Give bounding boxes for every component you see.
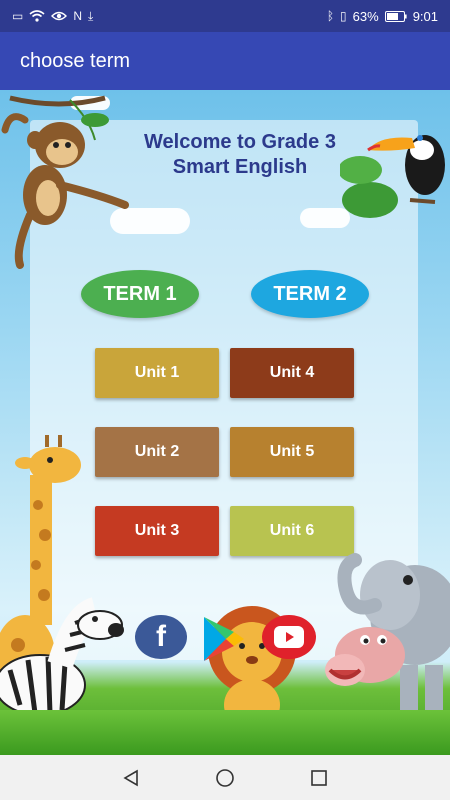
unit-5-button[interactable]: Unit 5 (230, 427, 354, 477)
monkey-illustration (1, 95, 129, 269)
app-bar-title: choose term (20, 49, 131, 72)
clock: 9:01 (412, 8, 438, 24)
term-2-button[interactable]: TERM 2 (251, 270, 369, 318)
unit-2-button[interactable]: Unit 2 (95, 427, 219, 477)
term-1-button[interactable]: TERM 1 (81, 270, 199, 318)
download-icon: ⤓ (88, 8, 94, 23)
unit-3-button[interactable]: Unit 3 (95, 506, 219, 556)
sim-icon: ▭ (12, 9, 24, 23)
bluetooth-icon: ᛒ (326, 9, 335, 23)
facebook-button[interactable]: f (135, 615, 187, 659)
youtube-button[interactable] (262, 615, 316, 659)
app-bar: choose term (0, 32, 450, 90)
back-button[interactable] (119, 766, 143, 790)
home-button[interactable] (213, 766, 237, 790)
eye-icon (51, 11, 68, 21)
unit-4-button[interactable]: Unit 4 (230, 348, 354, 398)
recents-icon (311, 769, 327, 786)
home-icon (216, 768, 234, 787)
play-store-button[interactable] (196, 615, 252, 663)
youtube-icon (274, 626, 304, 648)
welcome-title: Welcome to Grade 3 Smart English (80, 130, 400, 180)
facebook-icon: f (156, 620, 166, 653)
title-line-2: Smart English (172, 156, 308, 178)
zebra-illustration (0, 597, 124, 716)
nfc-icon: N (73, 9, 83, 23)
background-scene: Welcome to Grade 3 Smart English TERM 1 … (0, 90, 450, 755)
grass (0, 710, 450, 755)
wifi-icon (29, 10, 45, 22)
battery-percent: 63% (352, 8, 379, 24)
back-icon (123, 769, 138, 786)
hippo-illustration (325, 627, 405, 686)
unit-1-button[interactable]: Unit 1 (95, 348, 219, 398)
status-bar: ▭ N ⤓ ᛒ ▯ 63% 9:01 (0, 0, 450, 32)
recents-button[interactable] (307, 766, 331, 790)
title-line-1: Welcome to Grade 3 (144, 131, 336, 153)
vibrate-icon: ▯ (340, 9, 347, 23)
play-store-icon (204, 617, 244, 661)
battery-icon (384, 10, 407, 22)
navigation-bar (0, 755, 450, 800)
